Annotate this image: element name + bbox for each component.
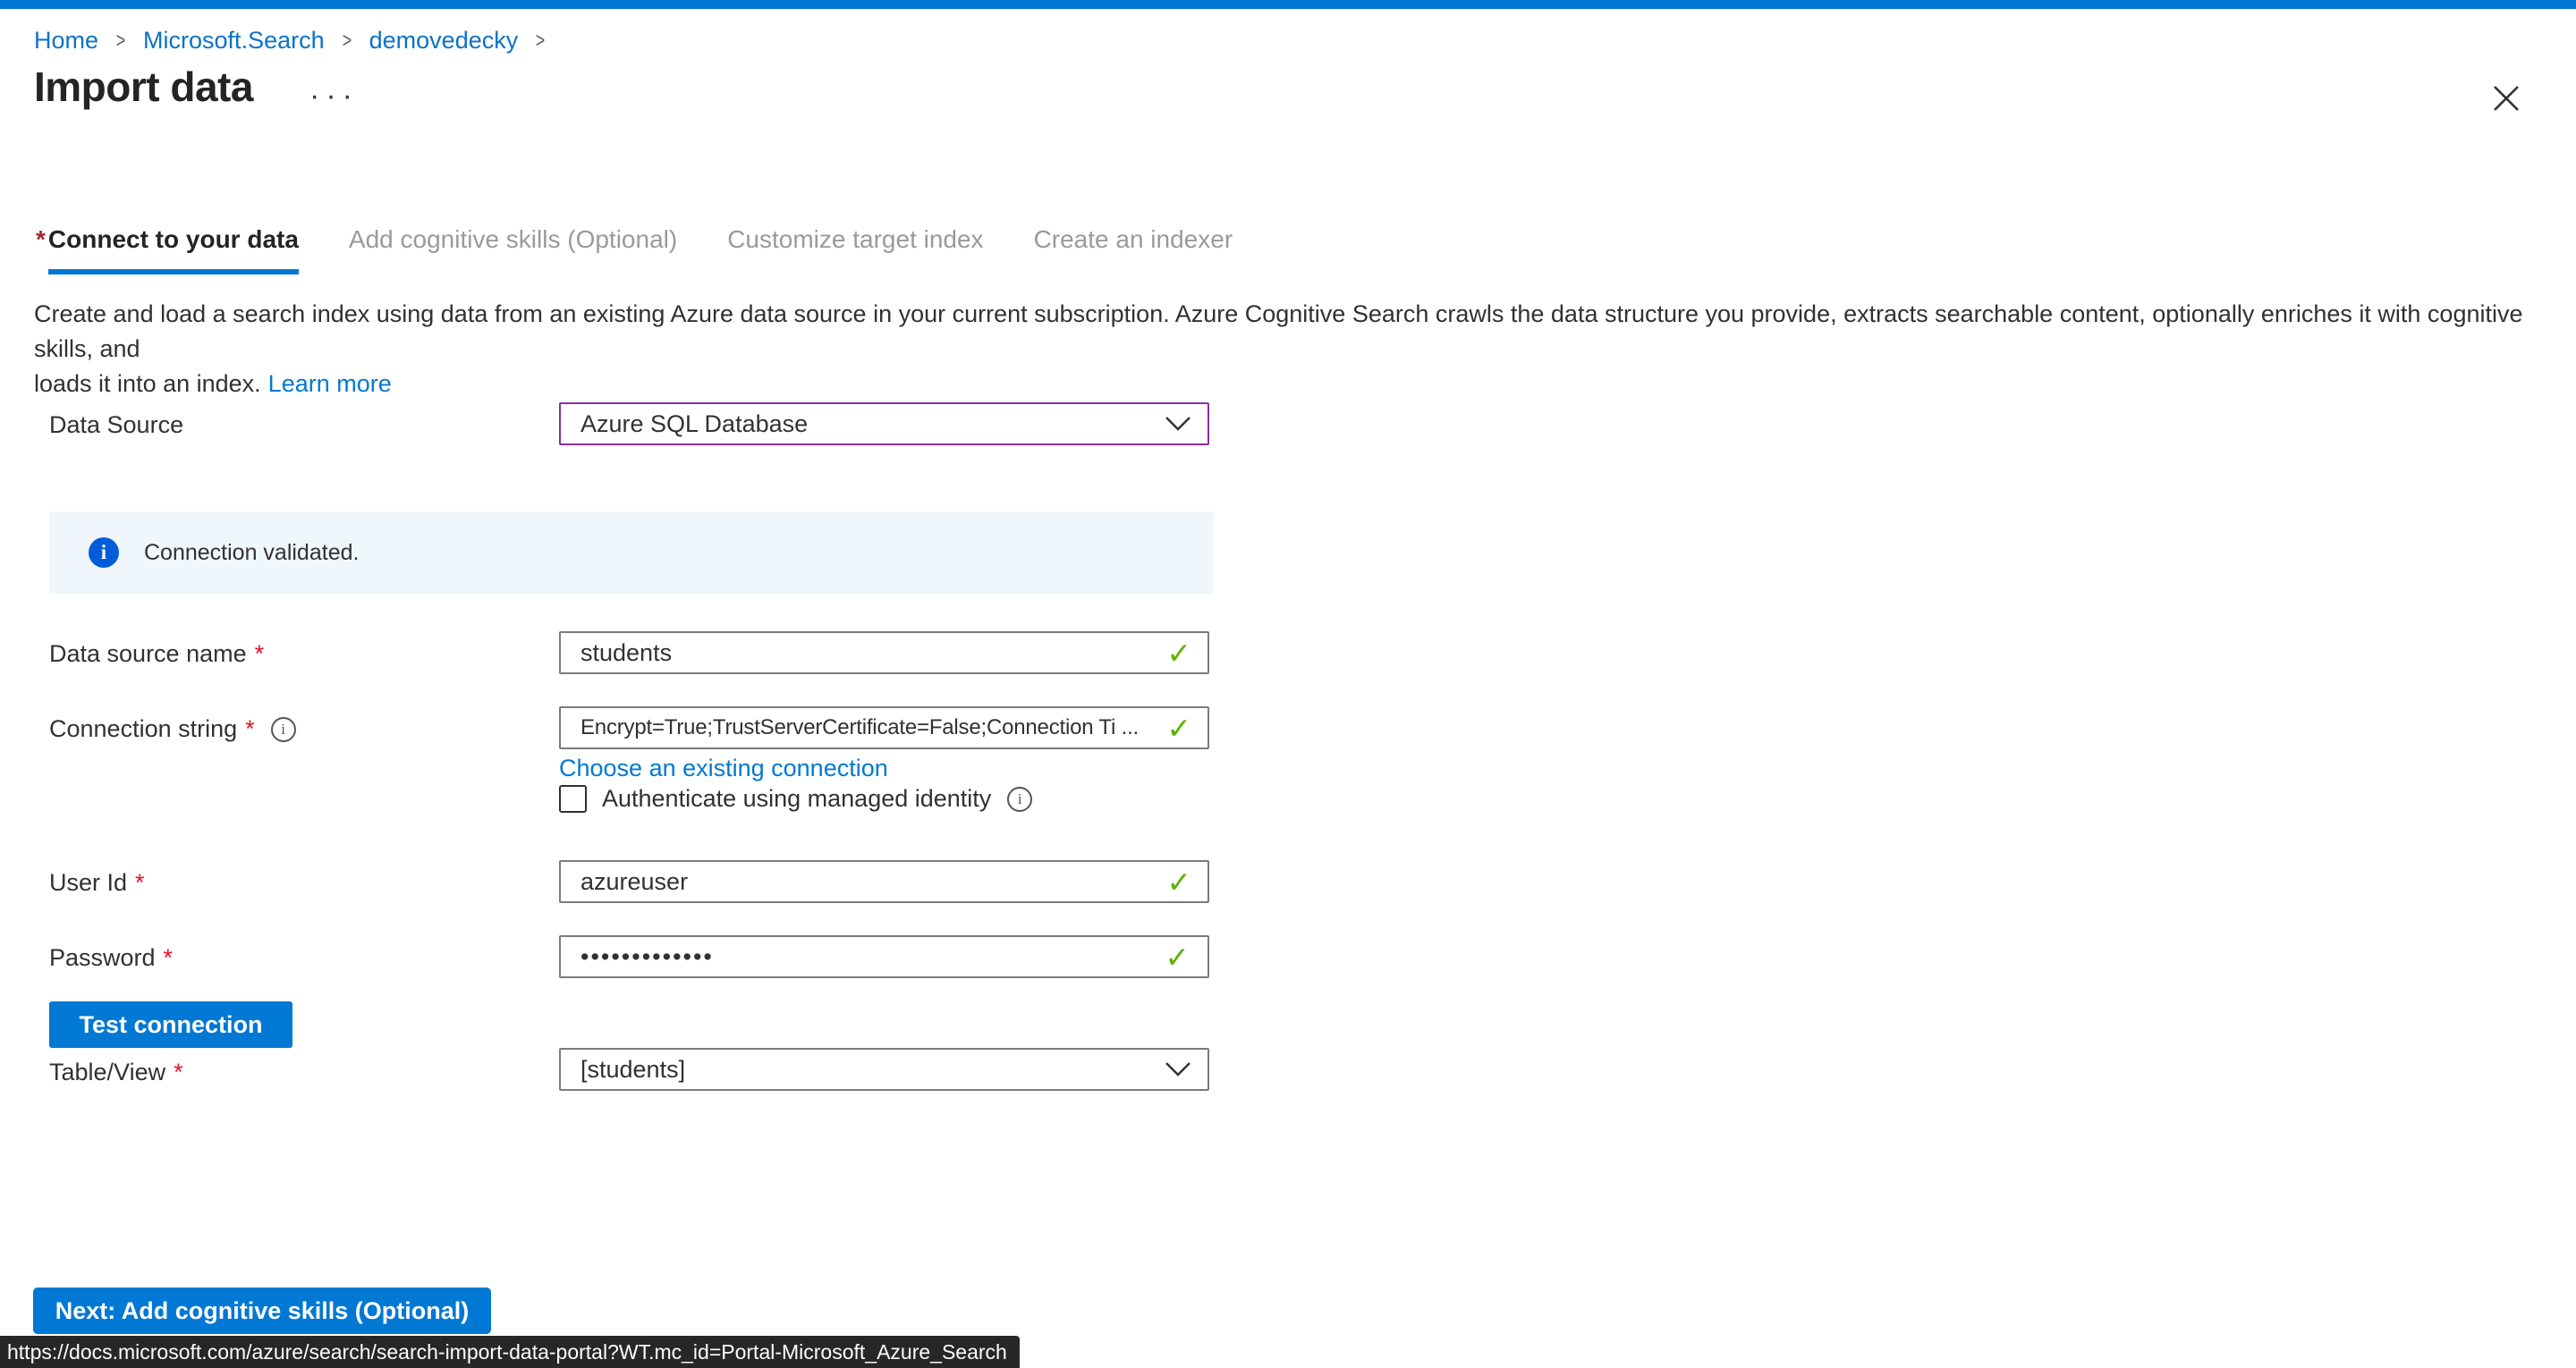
required-asterisk: * <box>245 715 255 743</box>
checkmark-icon: ✓ <box>1166 636 1191 671</box>
required-asterisk: * <box>135 869 145 897</box>
next-add-cognitive-skills-button[interactable]: Next: Add cognitive skills (Optional) <box>33 1288 491 1334</box>
breadcrumb-demovedecky[interactable]: demovedecky <box>369 27 519 55</box>
required-asterisk: * <box>36 225 46 253</box>
data-source-dropdown[interactable]: Azure SQL Database <box>559 402 1209 445</box>
tab-create-an-indexer[interactable]: Create an indexer <box>1034 225 1233 274</box>
data-source-name-label: Data source name * <box>49 640 264 668</box>
checkmark-icon: ✓ <box>1166 711 1191 746</box>
import-data-blade: Home > Microsoft.Search > demovedecky > … <box>0 0 2576 1368</box>
checkmark-icon: ✓ <box>1166 865 1191 899</box>
breadcrumb: Home > Microsoft.Search > demovedecky > <box>34 27 563 55</box>
azure-top-bar <box>0 0 2576 9</box>
page-title: Import data <box>34 63 253 111</box>
connection-string-input[interactable]: Encrypt=True;TrustServerCertificate=Fals… <box>559 706 1209 749</box>
status-url-bar: https://docs.microsoft.com/azure/search/… <box>0 1336 1020 1368</box>
chevron-down-icon <box>1165 1061 1191 1077</box>
managed-identity-checkbox[interactable] <box>559 785 587 813</box>
choose-existing-connection-link[interactable]: Choose an existing connection <box>559 755 888 782</box>
required-asterisk: * <box>255 640 265 668</box>
required-asterisk: * <box>164 944 174 972</box>
close-icon[interactable] <box>2488 80 2524 116</box>
data-source-name-input[interactable]: students ✓ <box>559 631 1209 674</box>
managed-identity-row: Authenticate using managed identity i <box>559 785 1032 813</box>
info-icon[interactable]: i <box>271 717 296 742</box>
info-icon: i <box>89 537 119 568</box>
checkmark-icon: ✓ <box>1165 940 1191 975</box>
breadcrumb-home[interactable]: Home <box>34 27 98 55</box>
chevron-down-icon <box>1165 416 1191 432</box>
connection-string-label: Connection string * i <box>49 715 296 743</box>
password-label: Password * <box>49 944 173 972</box>
banner-text: Connection validated. <box>144 540 359 566</box>
connection-validated-banner: i Connection validated. <box>49 511 1214 594</box>
data-source-label: Data Source <box>49 411 183 439</box>
chevron-right-icon: > <box>342 29 352 54</box>
breadcrumb-microsoft-search[interactable]: Microsoft.Search <box>143 27 325 55</box>
chevron-right-icon: > <box>536 29 546 54</box>
tab-add-cognitive-skills[interactable]: Add cognitive skills (Optional) <box>349 225 677 274</box>
ellipsis-icon[interactable]: ··· <box>309 79 359 114</box>
page-description: Create and load a search index using dat… <box>34 297 2549 401</box>
user-id-input[interactable]: azureuser ✓ <box>559 860 1209 903</box>
managed-identity-label: Authenticate using managed identity <box>602 785 991 813</box>
tab-customize-target-index[interactable]: Customize target index <box>727 225 983 274</box>
required-asterisk: * <box>174 1059 183 1086</box>
tab-connect-to-your-data[interactable]: *Connect to your data <box>36 225 299 274</box>
user-id-label: User Id * <box>49 869 145 897</box>
password-input[interactable]: ••••••••••••• ✓ <box>559 935 1209 978</box>
table-view-dropdown[interactable]: [students] <box>559 1048 1209 1091</box>
wizard-tabs: *Connect to your data Add cognitive skil… <box>36 225 1233 274</box>
table-view-label: Table/View * <box>49 1059 183 1086</box>
info-icon[interactable]: i <box>1007 787 1032 812</box>
learn-more-link[interactable]: Learn more <box>268 370 392 397</box>
chevron-right-icon: > <box>116 29 126 54</box>
test-connection-button[interactable]: Test connection <box>49 1001 292 1048</box>
